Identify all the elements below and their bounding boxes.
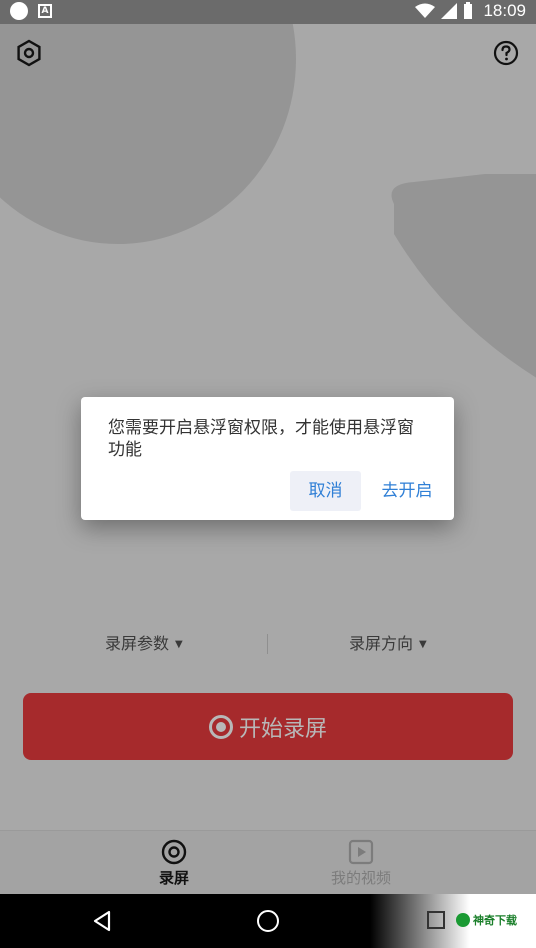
app-screen: 录屏参数 ▼ 录屏方向 ▼ 开始录屏 录屏 我的视频 您需要开启悬浮窗权限，才能使用… xyxy=(0,24,536,894)
caret-down-icon: ▼ xyxy=(419,639,427,650)
back-icon[interactable] xyxy=(90,909,114,933)
dialog-message: 您需要开启悬浮窗权限，才能使用悬浮窗功能 xyxy=(108,418,414,460)
record-direction-dropdown[interactable]: 录屏方向 ▼ xyxy=(349,630,427,659)
record-params-dropdown[interactable]: 录屏参数 ▼ xyxy=(105,630,183,659)
system-nav-bar: 神奇下载 xyxy=(0,894,536,948)
record-direction-label: 录屏方向 xyxy=(349,634,414,653)
caret-down-icon: ▼ xyxy=(175,639,183,650)
notification-dot-icon xyxy=(10,2,28,20)
record-tab-icon xyxy=(161,839,187,865)
watermark: 神奇下载 xyxy=(456,912,517,928)
tab-record[interactable]: 录屏 xyxy=(134,839,214,888)
go-enable-button[interactable]: 去开启 xyxy=(371,471,443,511)
tab-record-label: 录屏 xyxy=(158,869,189,887)
options-row: 录屏参数 ▼ 录屏方向 ▼ xyxy=(0,630,536,658)
tab-my-videos[interactable]: 我的视频 xyxy=(321,839,401,888)
start-recording-label: 开始录屏 xyxy=(238,716,327,742)
signal-icon xyxy=(441,3,458,19)
cancel-button[interactable]: 取消 xyxy=(290,471,361,511)
bottom-tab-bar: 录屏 我的视频 xyxy=(0,830,536,894)
help-icon[interactable] xyxy=(491,38,521,68)
video-tab-icon xyxy=(348,839,374,865)
watermark-logo-icon xyxy=(456,913,470,927)
battery-icon xyxy=(464,2,473,19)
recent-apps-icon[interactable] xyxy=(427,911,445,929)
decorative-circle xyxy=(0,24,296,244)
app-notification-icon: A xyxy=(38,4,52,18)
home-icon[interactable] xyxy=(257,910,279,932)
tab-my-videos-label: 我的视频 xyxy=(330,869,391,887)
wifi-icon xyxy=(415,3,436,18)
record-icon xyxy=(208,714,233,739)
settings-icon[interactable] xyxy=(14,38,44,68)
status-time: 18:09 xyxy=(483,1,526,20)
options-divider xyxy=(267,634,268,654)
start-recording-button[interactable]: 开始录屏 xyxy=(23,693,513,760)
watermark-text: 神奇下载 xyxy=(473,914,517,927)
record-params-label: 录屏参数 xyxy=(105,634,170,653)
status-bar: A 18:09 xyxy=(0,0,536,24)
decorative-triangle xyxy=(391,174,536,378)
permission-dialog: 您需要开启悬浮窗权限，才能使用悬浮窗功能 取消 去开启 xyxy=(81,397,454,520)
